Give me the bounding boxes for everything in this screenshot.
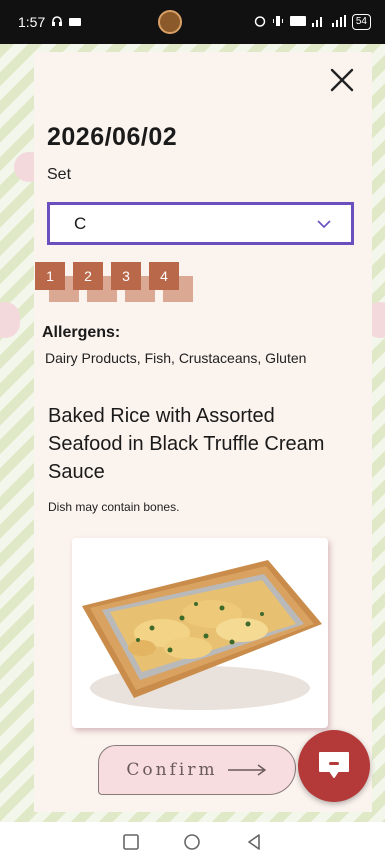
status-right: 54 [254,14,371,30]
signal-4g-icon [331,14,346,30]
nav-back-icon[interactable] [245,833,263,851]
nav-circle-icon[interactable] [183,833,201,851]
arrow-right-icon [227,764,266,776]
hd-icon [289,15,306,29]
message-icon [69,14,82,30]
background-stub-left [0,302,20,338]
status-bar: 1:57 54 [0,0,385,44]
allergens-heading: Allergens: [42,324,121,341]
vibrate-icon [272,15,284,30]
tab-1[interactable]: 1 [35,262,65,290]
confirm-button[interactable]: Confirm [98,745,296,795]
set-label: Set [47,166,72,183]
tab-4[interactable]: 4 [149,262,179,290]
confirm-label: Confirm [126,760,218,780]
signal-icon [311,15,326,30]
set-dropdown[interactable]: C [47,202,354,245]
battery-indicator: 54 [351,14,371,30]
app-notification-icon [158,10,182,34]
close-icon [330,68,354,92]
close-button[interactable] [326,64,358,96]
headset-icon [51,14,63,30]
allergens-list: Dairy Products, Fish, Crustaceans, Glute… [45,350,307,366]
chat-icon [319,752,349,778]
system-nav-bar [0,822,385,862]
meal-detail-modal: 2026/06/02 Set C 1 2 3 4 Allergens: Dair… [34,52,372,812]
nav-square-icon[interactable] [122,833,140,851]
dish-note: Dish may contain bones. [48,500,180,514]
date-title: 2026/06/02 [47,123,178,151]
dish-name: Baked Rice with Assorted Seafood in Blac… [48,405,325,483]
status-time: 1:57 [18,14,46,30]
set-selected-value: C [74,213,87,233]
chat-button[interactable] [298,730,370,802]
chevron-down-icon [317,219,331,228]
alarm-icon [254,15,266,30]
tab-3[interactable]: 3 [111,262,141,290]
tab-2[interactable]: 2 [73,262,103,290]
status-left: 1:57 [18,14,82,30]
dish-photo [72,538,328,728]
dish-tabs: 1 2 3 4 [35,262,235,302]
